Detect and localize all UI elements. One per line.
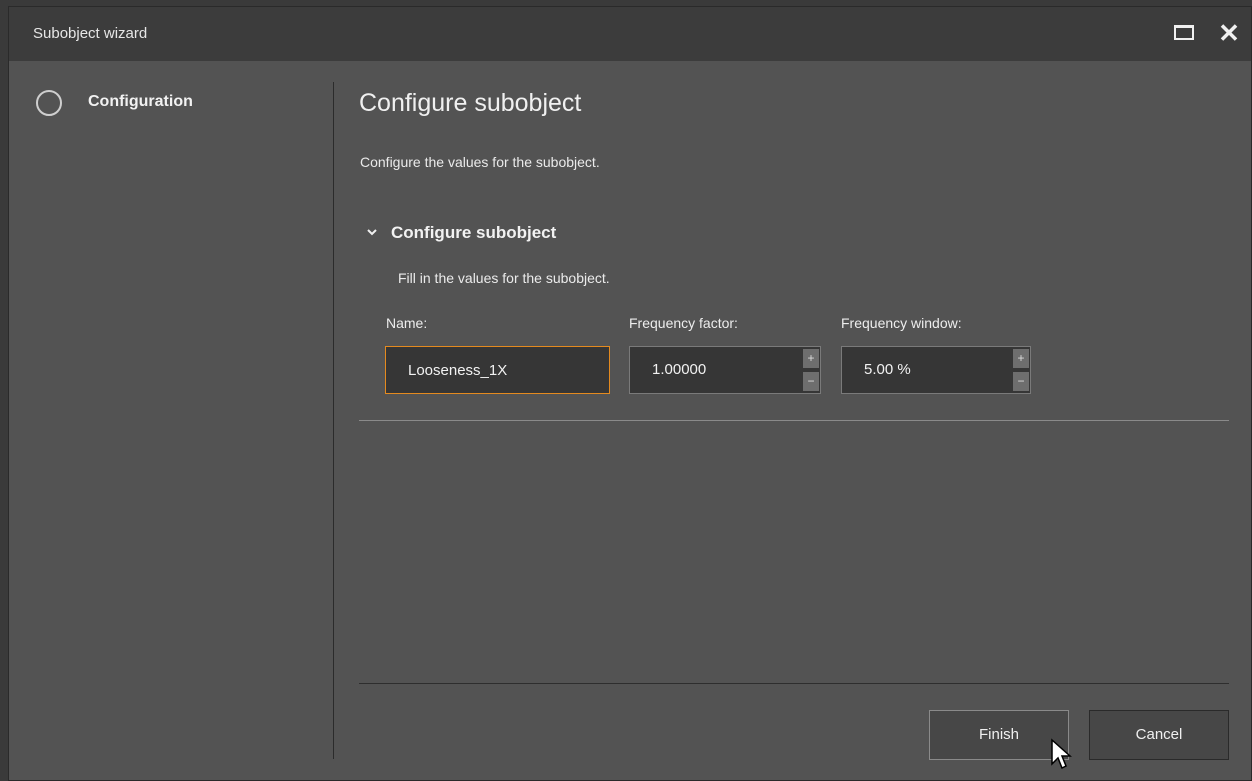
frequency-window-increment-button[interactable]: + (1013, 349, 1029, 368)
name-label: Name: (386, 315, 428, 331)
title-bar: Subobject wizard ✕ (9, 7, 1251, 61)
chevron-down-icon[interactable] (365, 225, 379, 239)
frequency-factor-stepper[interactable]: 1.00000 + − (629, 346, 821, 394)
frequency-factor-label: Frequency factor: (629, 315, 738, 331)
maximize-icon (1174, 25, 1194, 40)
sidebar-step-label: Configuration (88, 93, 193, 110)
frequency-factor-spin-buttons: + − (803, 349, 819, 391)
frequency-window-value[interactable]: 5.00 % (864, 361, 911, 378)
page-description: Configure the values for the subobject. (360, 154, 600, 170)
frequency-factor-increment-button[interactable]: + (803, 349, 819, 368)
frequency-window-label: Frequency window: (841, 315, 962, 331)
subobject-wizard-window: Subobject wizard ✕ Configuration Configu… (8, 6, 1252, 781)
sidebar-divider (333, 82, 334, 759)
close-icon: ✕ (1218, 18, 1240, 48)
frequency-window-spin-buttons: + − (1013, 349, 1029, 391)
finish-button[interactable]: Finish (929, 710, 1069, 760)
section-header[interactable]: Configure subobject (391, 223, 556, 243)
frequency-window-decrement-button[interactable]: − (1013, 372, 1029, 391)
section-divider (359, 420, 1229, 421)
maximize-button[interactable] (1171, 20, 1199, 48)
frequency-factor-decrement-button[interactable]: − (803, 372, 819, 391)
footer-divider (359, 683, 1229, 684)
section-description: Fill in the values for the subobject. (398, 270, 610, 286)
page-title: Configure subobject (359, 89, 582, 117)
cancel-button[interactable]: Cancel (1089, 710, 1229, 760)
mouse-cursor-icon (1051, 738, 1072, 770)
window-title: Subobject wizard (33, 25, 148, 42)
frequency-window-stepper[interactable]: 5.00 % + − (841, 346, 1031, 394)
close-button[interactable]: ✕ (1215, 20, 1243, 48)
frequency-factor-value[interactable]: 1.00000 (652, 361, 706, 378)
name-input[interactable] (385, 346, 610, 394)
step-circle-icon (36, 90, 62, 116)
